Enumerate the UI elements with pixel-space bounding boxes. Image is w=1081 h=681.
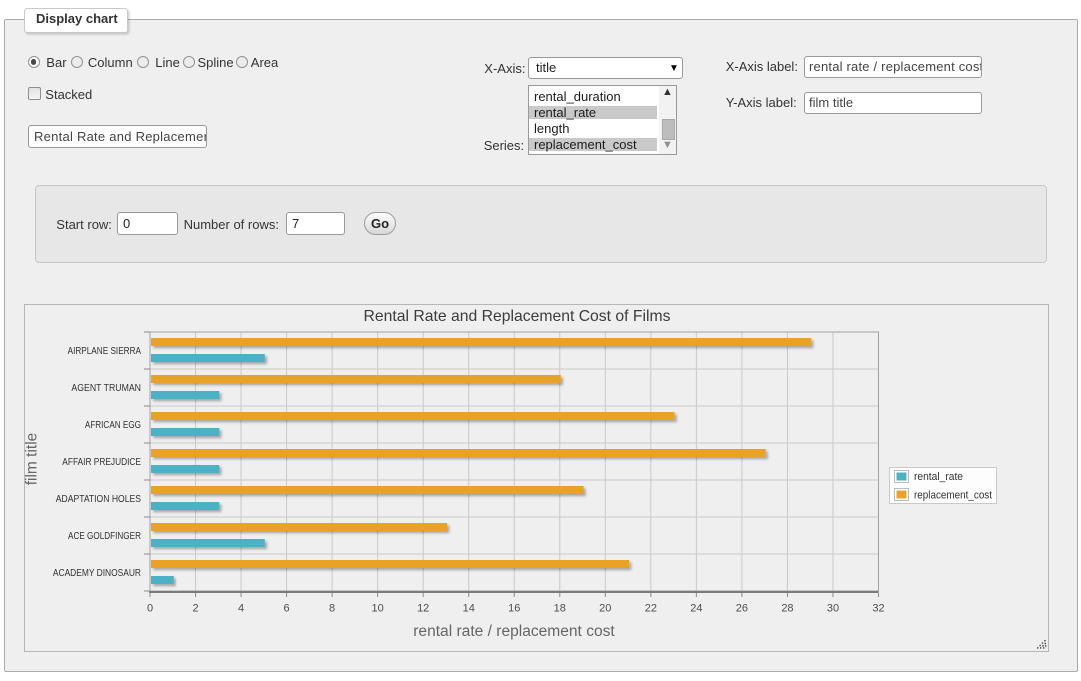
svg-text:AFFAIR PREJUDICE: AFFAIR PREJUDICE — [62, 457, 141, 468]
svg-text:16: 16 — [508, 603, 520, 615]
svg-text:28: 28 — [781, 603, 793, 615]
svg-text:14: 14 — [463, 603, 475, 615]
svg-text:ACE GOLDFINGER: ACE GOLDFINGER — [68, 531, 141, 542]
svg-text:18: 18 — [554, 603, 566, 615]
svg-text:32: 32 — [872, 603, 884, 615]
svg-text:2: 2 — [192, 603, 198, 615]
svg-text:ADAPTATION HOLES: ADAPTATION HOLES — [56, 494, 141, 505]
svg-text:AIRPLANE SIERRA: AIRPLANE SIERRA — [68, 346, 142, 357]
svg-text:film title: film title — [25, 433, 41, 486]
svg-text:Rental Rate and Replacement Co: Rental Rate and Replacement Cost of Film… — [364, 308, 671, 325]
svg-text:20: 20 — [599, 603, 611, 615]
svg-text:26: 26 — [736, 603, 748, 615]
svg-text:8: 8 — [329, 603, 335, 615]
svg-text:0: 0 — [147, 603, 153, 615]
svg-text:ACADEMY DINOSAUR: ACADEMY DINOSAUR — [53, 568, 141, 579]
svg-text:rental_rate: rental_rate — [914, 471, 963, 483]
svg-text:6: 6 — [284, 603, 290, 615]
svg-text:4: 4 — [238, 603, 244, 615]
svg-text:24: 24 — [690, 603, 702, 615]
svg-text:rental rate / replacement cost: rental rate / replacement cost — [413, 623, 615, 640]
svg-text:AGENT TRUMAN: AGENT TRUMAN — [71, 383, 141, 394]
svg-text:AFRICAN EGG: AFRICAN EGG — [85, 420, 141, 431]
svg-text:22: 22 — [645, 603, 657, 615]
svg-text:30: 30 — [827, 603, 839, 615]
svg-text:12: 12 — [417, 603, 429, 615]
svg-text:10: 10 — [372, 603, 384, 615]
svg-text:replacement_cost: replacement_cost — [914, 490, 992, 502]
